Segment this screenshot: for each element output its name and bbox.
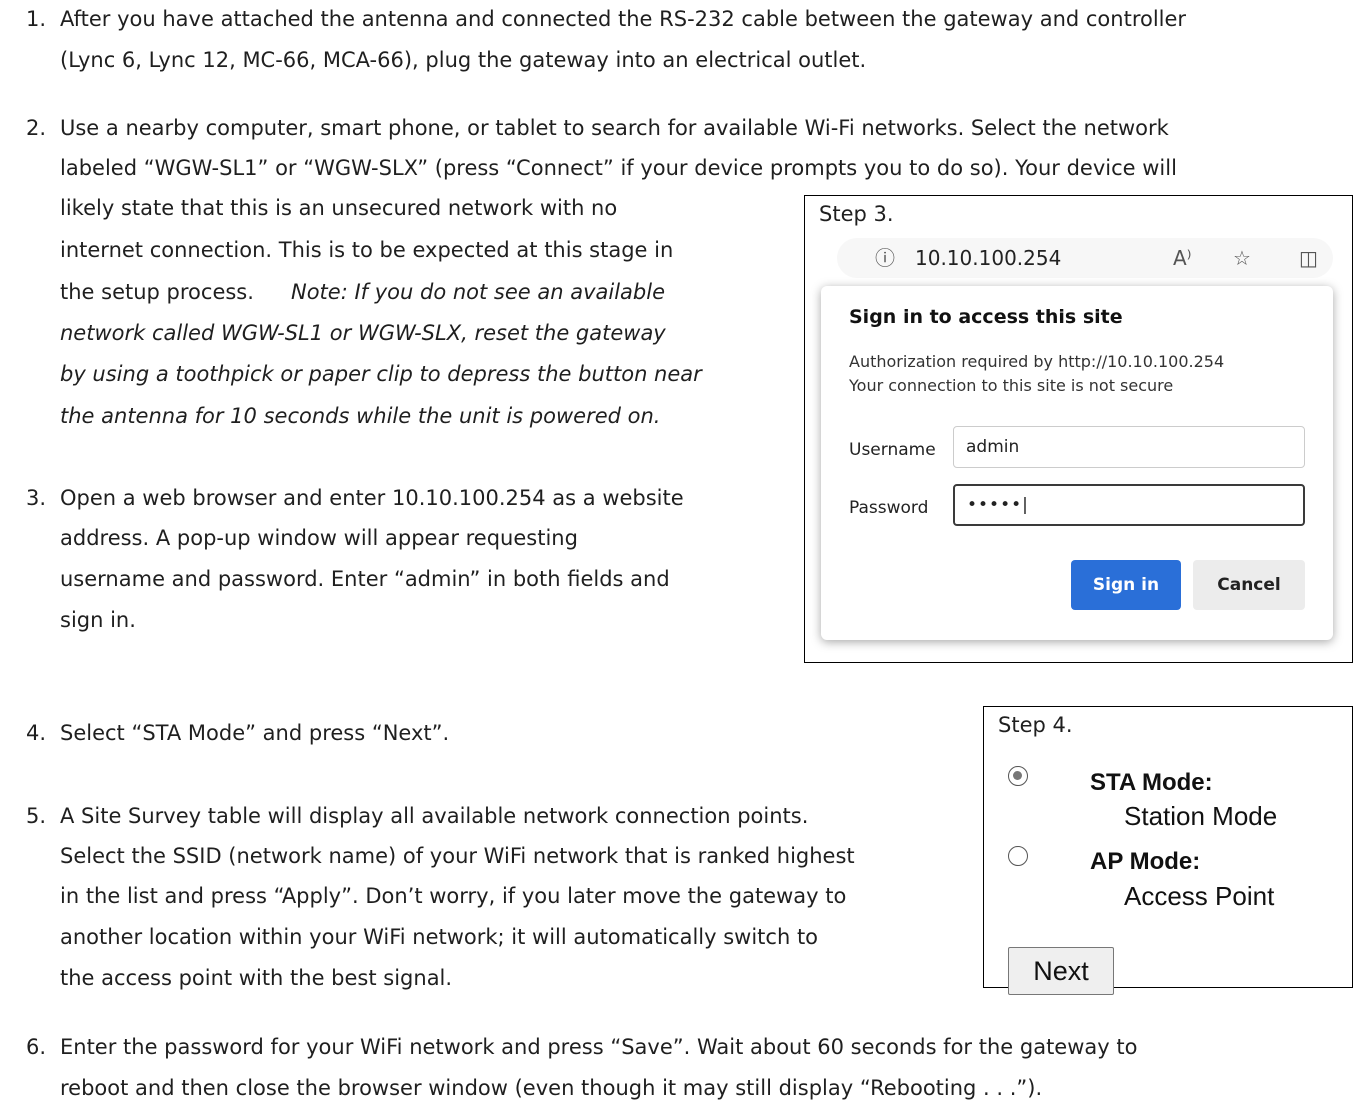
security-warning-text: Your connection to this site is not secu…	[849, 376, 1174, 395]
step-4-number: 4.	[26, 721, 47, 745]
ap-mode-description: Access Point	[1124, 881, 1275, 911]
username-label: Username	[849, 440, 936, 460]
address-text: 10.10.100.254	[915, 246, 1062, 270]
step-5-text-line-3: in the list and press “Apply”. Don’t wor…	[60, 884, 847, 908]
dialog-title: Sign in to access this site	[849, 306, 1123, 328]
step-3-text-line-4: sign in.	[60, 608, 136, 632]
step-3-text-line-2: address. A pop-up window will appear req…	[60, 526, 578, 550]
step-2-text-line-2: labeled “WGW-SL1” or “WGW-SLX” (press “C…	[60, 156, 1177, 180]
step-2-text-line-5: the setup process.	[60, 280, 254, 304]
read-aloud-icon[interactable]: A⁾	[1173, 244, 1192, 272]
step-2-note-line-4: the antenna for 10 seconds while the uni…	[60, 404, 661, 428]
step-3-figure: Step 3. ⓘ 10.10.100.254 A⁾ ☆ ◫ Sign in t…	[804, 195, 1353, 663]
step-3-text-line-3: username and password. Enter “admin” in …	[60, 567, 670, 591]
browser-address-bar[interactable]: ⓘ 10.10.100.254 A⁾ ☆ ◫	[837, 238, 1333, 278]
sta-mode-radio[interactable]	[1008, 766, 1028, 786]
split-screen-icon[interactable]: ◫	[1299, 244, 1318, 272]
sign-in-button[interactable]: Sign in	[1071, 560, 1181, 610]
step-4-text: Select “STA Mode” and press “Next”.	[60, 721, 450, 745]
step-3-text-line-1: Open a web browser and enter 10.10.100.2…	[60, 486, 684, 510]
step-5-text-line-1: A Site Survey table will display all ava…	[60, 804, 809, 828]
step-2-note-line-3: by using a toothpick or paper clip to de…	[60, 362, 702, 386]
step-4-figure: Step 4. STA Mode: Station Mode AP Mode: …	[983, 706, 1353, 995]
step-5-text-line-2: Select the SSID (network name) of your W…	[60, 844, 855, 868]
step-1-number: 1.	[26, 7, 47, 31]
authorization-text: Authorization required by http://10.10.1…	[849, 352, 1225, 371]
step-5-text-line-5: the access point with the best signal.	[60, 966, 453, 990]
step-6-text-line-2: reboot and then close the browser window…	[60, 1076, 1043, 1100]
step-1-text-line-1: After you have attached the antenna and …	[60, 7, 1187, 31]
ap-mode-radio[interactable]	[1008, 846, 1028, 866]
step-2-text-line-1: Use a nearby computer, smart phone, or t…	[60, 116, 1169, 140]
step-1-text-line-2: (Lync 6, Lync 12, MC-66, MCA-66), plug t…	[60, 48, 867, 72]
step-5-text-line-4: another location within your WiFi networ…	[60, 925, 819, 949]
step-2-number: 2.	[26, 116, 47, 140]
sta-mode-description: Station Mode	[1124, 801, 1278, 831]
step-6-text-line-1: Enter the password for your WiFi network…	[60, 1035, 1138, 1059]
sign-in-dialog: Sign in to access this site Authorizatio…	[821, 286, 1333, 640]
step-2-note-line-1: Note: If you do not see an available	[291, 280, 666, 304]
step-5-number: 5.	[26, 804, 47, 828]
step-2-text-line-4: internet connection. This is to be expec…	[60, 238, 674, 262]
password-field[interactable]: •••••|	[953, 484, 1305, 526]
step-4-figure-caption: Step 4.	[998, 713, 1073, 737]
step-2-note-line-2: network called WGW-SL1 or WGW-SLX, reset…	[60, 321, 666, 345]
username-field[interactable]: admin	[953, 426, 1305, 468]
ap-mode-label: AP Mode:	[1090, 848, 1201, 875]
info-icon[interactable]: ⓘ	[875, 244, 895, 272]
favorite-star-icon[interactable]: ☆	[1233, 244, 1251, 272]
password-label: Password	[849, 498, 929, 518]
step-3-number: 3.	[26, 486, 47, 510]
next-button[interactable]: Next	[1008, 947, 1114, 995]
step-6-number: 6.	[26, 1035, 47, 1059]
cancel-button[interactable]: Cancel	[1193, 560, 1305, 610]
step-2-text-line-3: likely state that this is an unsecured n…	[60, 196, 618, 220]
step-3-figure-caption: Step 3.	[819, 202, 894, 226]
sta-mode-label: STA Mode:	[1090, 769, 1213, 796]
